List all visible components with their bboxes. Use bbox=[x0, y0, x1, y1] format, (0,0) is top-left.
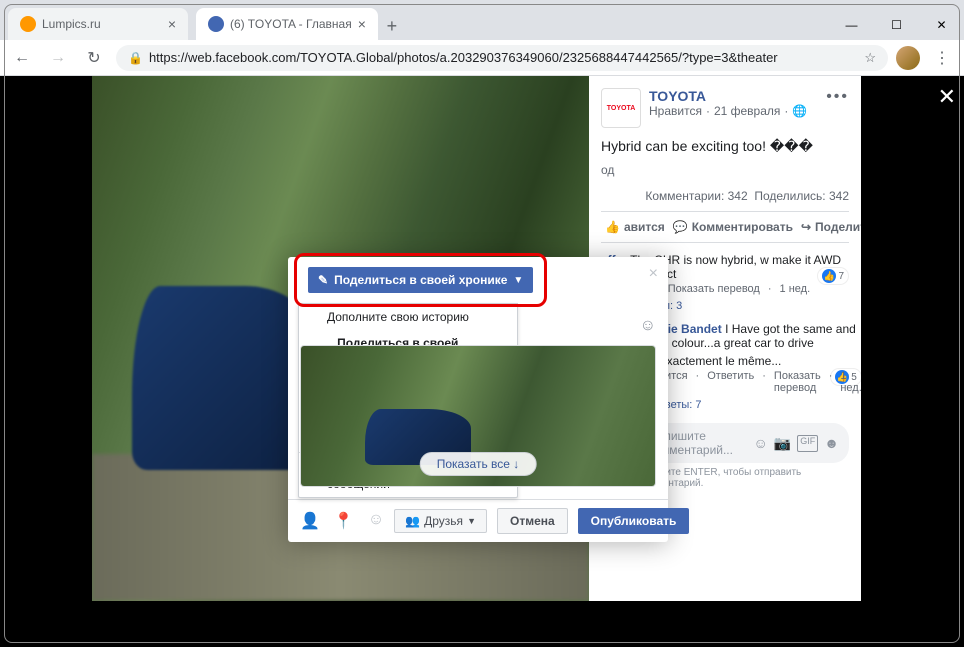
tab-close-icon[interactable]: × bbox=[358, 16, 366, 32]
comment-button[interactable]: 💬Комментировать bbox=[669, 212, 797, 242]
cancel-button[interactable]: Отмена bbox=[497, 508, 568, 534]
globe-icon: 🌐 bbox=[792, 104, 807, 118]
replies-toggle[interactable]: ↳ еты: 3 bbox=[639, 299, 849, 312]
comment-hint: Нажмите ENTER, чтобы отправить комментар… bbox=[639, 467, 849, 489]
audience-selector[interactable]: 👥Друзья ▼ bbox=[394, 509, 487, 533]
comment-time: 1 нед. bbox=[840, 370, 861, 394]
comments-count[interactable]: Комментарии: 342 bbox=[645, 189, 747, 203]
lock-icon: 🔒 bbox=[128, 51, 143, 65]
show-all-button[interactable]: Показать все ↓ bbox=[420, 452, 537, 476]
share-destination-dropdown[interactable]: ✎ Поделиться в своей хронике ▼ bbox=[308, 267, 533, 293]
url-text: https://web.facebook.com/TOYOTA.Global/p… bbox=[149, 50, 778, 65]
theater-view: ✕ TOYOTA TOYOTA Нравится · 21 февраля · … bbox=[0, 76, 964, 647]
share-preview: Показать все ↓ bbox=[300, 345, 656, 487]
comment-text-2: J'ai exactement le même... bbox=[639, 354, 861, 368]
tag-people-icon[interactable]: 👤 bbox=[300, 511, 320, 531]
window-minimize[interactable]: — bbox=[829, 10, 874, 40]
tab-favicon bbox=[20, 16, 36, 32]
like-status[interactable]: Нравится bbox=[649, 104, 702, 118]
comment-translate[interactable]: Показать перевод bbox=[774, 370, 821, 394]
close-theater-icon[interactable]: ✕ bbox=[938, 84, 956, 110]
friends-icon: 👥 bbox=[405, 514, 420, 528]
feeling-icon[interactable]: ☺ bbox=[368, 511, 384, 531]
like-circle-icon: 👍 bbox=[822, 269, 836, 283]
emoji-icon[interactable]: ☺ bbox=[640, 317, 656, 335]
compose-icon: ✎ bbox=[318, 273, 328, 287]
publish-button[interactable]: Опубликовать bbox=[578, 508, 690, 534]
window-close[interactable]: ✕ bbox=[919, 10, 964, 40]
url-input[interactable]: 🔒 https://web.facebook.com/TOYOTA.Global… bbox=[116, 45, 888, 71]
browser-tab-active[interactable]: (6) TOYOTA - Главная × bbox=[196, 8, 378, 40]
gif-icon[interactable]: GIF bbox=[797, 435, 818, 452]
bookmark-star-icon[interactable]: ☆ bbox=[864, 50, 876, 66]
share-modal: × ✎ Поделиться в своей хронике ▼ Дополни… bbox=[288, 257, 668, 542]
sticker-icon[interactable]: ☻ bbox=[824, 435, 839, 452]
browser-tab-inactive[interactable]: Lumpics.ru × bbox=[8, 8, 188, 40]
comment-input[interactable]: Напишите комментарий... ☺ 📷 GIF ☻ bbox=[639, 423, 849, 463]
chevron-down-icon: ▼ bbox=[513, 275, 523, 286]
nav-reload-icon[interactable]: ↻ bbox=[80, 44, 108, 72]
browser-tab-strip: Lumpics.ru × (6) TOYOTA - Главная × + — … bbox=[0, 0, 964, 40]
window-maximize[interactable]: ☐ bbox=[874, 10, 919, 40]
comment-reply[interactable]: Ответить bbox=[707, 370, 754, 394]
replies-toggle[interactable]: ↳ Ответы: 7 bbox=[639, 398, 849, 411]
post-text: Hybrid can be exciting too! ��� bbox=[601, 138, 849, 155]
new-tab-button[interactable]: + bbox=[378, 12, 406, 40]
chrome-menu-icon[interactable]: ⋮ bbox=[928, 44, 956, 72]
profile-avatar-icon[interactable] bbox=[896, 46, 920, 70]
menu-add-story[interactable]: Дополните свою историю bbox=[299, 304, 517, 330]
post-date[interactable]: 21 февраля bbox=[714, 104, 780, 118]
translate-link[interactable]: од bbox=[601, 163, 849, 177]
comment-icon: 💬 bbox=[673, 220, 688, 234]
chevron-down-icon: ▼ bbox=[467, 516, 476, 526]
page-name-link[interactable]: TOYOTA bbox=[649, 88, 807, 104]
share-button[interactable]: ↪Поделиться bbox=[797, 212, 861, 242]
thumb-icon: 👍 bbox=[605, 220, 620, 234]
share-icon: ↪ bbox=[801, 220, 811, 234]
shares-count[interactable]: Поделились: 342 bbox=[754, 189, 849, 203]
camera-icon[interactable]: 📷 bbox=[774, 435, 791, 452]
nav-back-icon[interactable]: ← bbox=[8, 44, 36, 72]
comment-time: 1 нед. bbox=[780, 283, 811, 295]
address-bar: ← → ↻ 🔒 https://web.facebook.com/TOYOTA.… bbox=[0, 40, 964, 76]
tab-title: (6) TOYOTA - Главная bbox=[230, 17, 352, 31]
tab-close-icon[interactable]: × bbox=[168, 16, 176, 32]
like-button[interactable]: 👍авится bbox=[601, 212, 669, 242]
page-logo[interactable]: TOYOTA bbox=[601, 88, 641, 128]
modal-close-icon[interactable]: × bbox=[649, 265, 658, 283]
comment-translate[interactable]: Показать перевод bbox=[668, 283, 760, 295]
nav-forward-icon[interactable]: → bbox=[44, 44, 72, 72]
emoji-icon[interactable]: ☺ bbox=[754, 435, 768, 452]
post-more-icon[interactable]: ••• bbox=[826, 88, 849, 106]
tab-favicon bbox=[208, 16, 224, 32]
location-icon[interactable]: 📍 bbox=[334, 511, 354, 531]
tab-title: Lumpics.ru bbox=[42, 17, 101, 31]
like-badge[interactable]: 👍7 bbox=[817, 267, 849, 285]
